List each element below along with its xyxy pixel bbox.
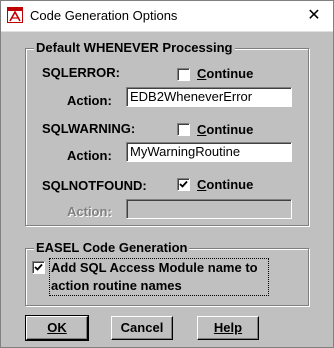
sqlerror-continue-checkbox[interactable] [177, 68, 190, 81]
close-icon[interactable]: ✕ [299, 4, 329, 28]
sqlnotfound-continue-label[interactable]: Continue [197, 177, 253, 192]
sqlwarning-continue-checkbox[interactable] [177, 123, 190, 136]
easel-group-title: EASEL Code Generation [34, 240, 190, 255]
ok-button[interactable]: OK [25, 315, 89, 341]
checkmark-icon [34, 263, 43, 271]
window-title: Code Generation Options [30, 8, 178, 23]
sqlnotfound-continue-checkbox[interactable] [177, 178, 190, 191]
checkmark-icon [179, 180, 188, 188]
add-module-name-label-line2[interactable]: action routine names [51, 278, 182, 293]
sqlwarning-label: SQLWARNING: [42, 121, 136, 136]
easel-app-icon [7, 7, 23, 23]
help-button[interactable]: Help [197, 316, 259, 340]
add-module-name-checkbox[interactable] [32, 261, 45, 274]
code-generation-options-dialog: Code Generation Options ✕ Default WHENEV… [0, 0, 334, 348]
sqlwarning-action-input[interactable]: MyWarningRoutine [126, 142, 292, 162]
sqlerror-label: SQLERROR: [42, 65, 120, 80]
sqlerror-action-input[interactable]: EDB2WheneverError [126, 87, 292, 107]
sqlnotfound-action-label: Action: [67, 204, 112, 219]
whenever-group-title: Default WHENEVER Processing [34, 40, 235, 55]
title-bar[interactable]: Code Generation Options ✕ [1, 1, 333, 32]
sqlerror-action-label: Action: [67, 93, 112, 108]
sqlwarning-action-label: Action: [67, 148, 112, 163]
add-module-name-label-line1[interactable]: Add SQL Access Module name to [51, 260, 258, 275]
sqlnotfound-action-input[interactable] [126, 199, 292, 219]
sqlwarning-continue-label[interactable]: Continue [197, 122, 253, 137]
sqlnotfound-label: SQLNOTFOUND: [42, 178, 147, 193]
sqlerror-continue-label[interactable]: Continue [197, 66, 253, 81]
cancel-button[interactable]: Cancel [111, 316, 173, 340]
